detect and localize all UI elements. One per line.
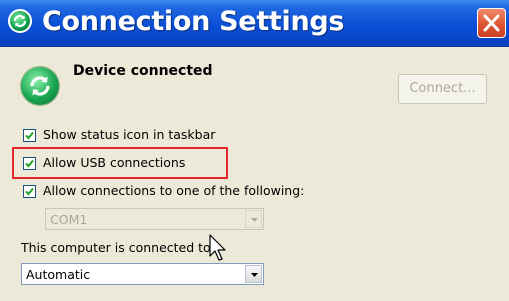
pc-connection-dropdown-button[interactable] [245, 265, 262, 283]
sync-icon [21, 67, 59, 105]
port-select[interactable]: COM1 [45, 208, 264, 230]
sync-icon [8, 9, 32, 33]
close-icon [483, 14, 500, 32]
allow-usb-label: Allow USB connections [43, 155, 186, 170]
connect-button[interactable]: Connect... [398, 74, 487, 104]
show-status-icon-label: Show status icon in taskbar [43, 127, 216, 142]
allow-connections-label: Allow connections to one of the followin… [43, 183, 305, 198]
show-status-icon-checkbox[interactable] [23, 129, 36, 142]
pc-connection-label: This computer is connected to: [21, 240, 215, 255]
allow-connections-checkbox[interactable] [23, 185, 36, 198]
window-title: Connection Settings [42, 6, 345, 37]
pc-connection-select[interactable]: Automatic [21, 263, 264, 285]
title-bar[interactable]: Connection Settings [0, 0, 509, 47]
port-dropdown-button[interactable] [245, 210, 262, 228]
close-button[interactable] [477, 8, 506, 38]
chevron-down-icon [251, 218, 258, 222]
port-select-value: COM1 [50, 212, 88, 227]
pc-connection-value: Automatic [26, 267, 91, 282]
allow-usb-checkbox[interactable] [23, 157, 36, 170]
chevron-down-icon [251, 273, 258, 277]
mouse-cursor-icon [209, 234, 226, 261]
connection-status-text: Device connected [73, 63, 213, 79]
